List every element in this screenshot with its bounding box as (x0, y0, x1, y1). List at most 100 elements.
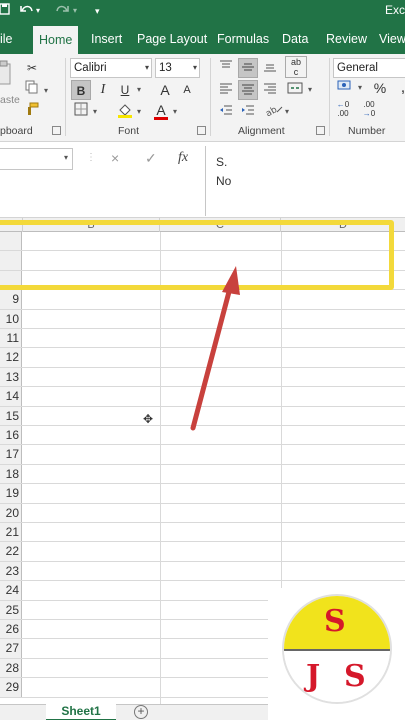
format-painter-icon[interactable] (22, 102, 42, 122)
tab-data[interactable]: Data (282, 22, 308, 54)
customize-quick-access-icon[interactable]: ▾ (95, 2, 100, 20)
increase-decimal-icon[interactable]: ←0.00 (333, 100, 353, 120)
align-top-icon[interactable] (216, 58, 236, 78)
align-left-icon[interactable] (216, 80, 236, 100)
alignment-launcher-icon[interactable] (316, 126, 325, 135)
fill-color-icon[interactable] (115, 102, 135, 122)
align-right-icon[interactable] (260, 80, 280, 100)
decrease-indent-icon[interactable] (216, 102, 236, 122)
accounting-format-icon[interactable] (335, 78, 355, 98)
table-row[interactable]: 23 (0, 561, 405, 582)
copy-dropdown-icon[interactable]: ▾ (44, 86, 48, 95)
cut-icon[interactable]: ✂ (22, 58, 42, 78)
orientation-icon[interactable]: ab (264, 102, 285, 122)
row-header[interactable]: 16 (0, 426, 22, 445)
bold-button[interactable]: B (71, 80, 91, 100)
row-header[interactable]: 10 (0, 309, 22, 328)
fill-color-dropdown-icon[interactable]: ▾ (137, 107, 141, 116)
row-header[interactable]: 14 (0, 387, 22, 406)
decrease-decimal-icon[interactable]: .00 →0 (359, 100, 379, 120)
tab-review[interactable]: Review (326, 22, 367, 54)
font-color-icon[interactable]: A (151, 100, 171, 120)
row-header[interactable]: 15 (0, 406, 22, 425)
formula-content-line: No (216, 174, 232, 188)
borders-icon[interactable] (71, 102, 91, 122)
sheet-tab-active[interactable]: Sheet1 (46, 704, 116, 720)
more-options-icon[interactable]: ⋮ (86, 152, 96, 163)
tab-page-layout[interactable]: Page Layout (137, 22, 207, 54)
grow-font-button[interactable]: A (155, 80, 175, 100)
cancel-icon[interactable]: × (111, 150, 119, 166)
align-bottom-icon[interactable] (260, 58, 280, 78)
logo-bottom-half: J S (284, 651, 390, 702)
row-header[interactable]: 19 (0, 484, 22, 503)
row-header[interactable]: 24 (0, 581, 22, 600)
merge-center-icon[interactable] (285, 80, 305, 100)
formula-input[interactable]: S. No (205, 146, 405, 216)
merge-dropdown-icon[interactable]: ▾ (308, 85, 312, 94)
tab-home[interactable]: Home (33, 26, 79, 54)
increase-indent-icon[interactable] (238, 102, 258, 122)
shrink-font-button[interactable]: A (177, 80, 197, 100)
name-box[interactable]: ▾ (0, 148, 73, 170)
font-name-combo[interactable]: Calibri ▾ (70, 58, 152, 78)
comma-style-icon[interactable]: , (393, 78, 405, 98)
table-row[interactable]: 21 (0, 523, 405, 543)
font-group-label: Font (118, 125, 140, 137)
tab-view[interactable]: View (379, 22, 405, 54)
row-header[interactable]: 28 (0, 658, 22, 678)
row-header[interactable]: 26 (0, 620, 22, 639)
copy-icon[interactable] (22, 80, 42, 100)
redo-dropdown-icon[interactable]: ▾ (73, 2, 77, 20)
percent-style-button[interactable]: % (370, 78, 390, 98)
table-row[interactable]: 17 (0, 445, 405, 465)
align-center-icon[interactable] (238, 80, 258, 100)
row-header[interactable]: 20 (0, 503, 22, 522)
row-header[interactable]: 23 (0, 561, 22, 581)
font-color-dropdown-icon[interactable]: ▾ (173, 107, 177, 116)
borders-dropdown-icon[interactable]: ▾ (93, 107, 97, 116)
wrap-text-icon[interactable]: ab c (285, 56, 307, 78)
italic-button[interactable]: I (93, 80, 113, 100)
table-row[interactable]: 22 (0, 542, 405, 562)
enter-icon[interactable]: ✓ (145, 150, 157, 167)
row-header[interactable]: 13 (0, 367, 22, 387)
add-sheet-button[interactable]: + (134, 705, 148, 719)
row-header[interactable]: 18 (0, 464, 22, 484)
row-header[interactable]: 12 (0, 348, 22, 367)
font-size-combo[interactable]: 13 ▾ (155, 58, 200, 78)
clipboard-group-label: pboard (0, 125, 33, 137)
save-icon[interactable] (0, 2, 10, 20)
row-header[interactable]: 11 (0, 329, 22, 348)
row-header[interactable]: 25 (0, 600, 22, 619)
number-format-combo[interactable]: General (333, 58, 405, 78)
paste-icon[interactable] (0, 60, 14, 88)
font-name-value: Calibri (74, 62, 107, 74)
row-header[interactable]: 22 (0, 542, 22, 561)
tab-file[interactable]: ile (0, 22, 13, 54)
row-header[interactable]: 21 (0, 523, 22, 542)
row-header[interactable]: 29 (0, 678, 22, 697)
undo-dropdown-icon[interactable]: ▾ (36, 2, 40, 20)
redo-icon[interactable] (55, 2, 71, 20)
insert-function-button[interactable]: fx (178, 150, 188, 166)
table-row[interactable]: 20 (0, 503, 405, 523)
tab-insert[interactable]: Insert (91, 22, 122, 54)
row-header[interactable]: 9 (0, 290, 22, 309)
undo-icon[interactable] (18, 2, 34, 20)
increase-decimal-label: .00 (337, 109, 349, 118)
clipboard-launcher-icon[interactable] (52, 126, 61, 135)
row-header[interactable]: 27 (0, 639, 22, 658)
tab-formulas[interactable]: Formulas (217, 22, 269, 54)
underline-dropdown-icon[interactable]: ▾ (137, 85, 141, 94)
accounting-dropdown-icon[interactable]: ▾ (358, 83, 362, 92)
underline-button[interactable]: U (115, 80, 135, 100)
table-row[interactable]: 18 (0, 464, 405, 485)
align-middle-icon[interactable] (238, 58, 258, 78)
font-launcher-icon[interactable] (197, 126, 206, 135)
table-row[interactable]: 19 (0, 484, 405, 504)
orientation-dropdown-icon[interactable]: ▾ (285, 107, 289, 116)
decrease-decimal-label: .00 (363, 100, 375, 109)
divider (65, 58, 66, 136)
row-header[interactable]: 17 (0, 445, 22, 464)
